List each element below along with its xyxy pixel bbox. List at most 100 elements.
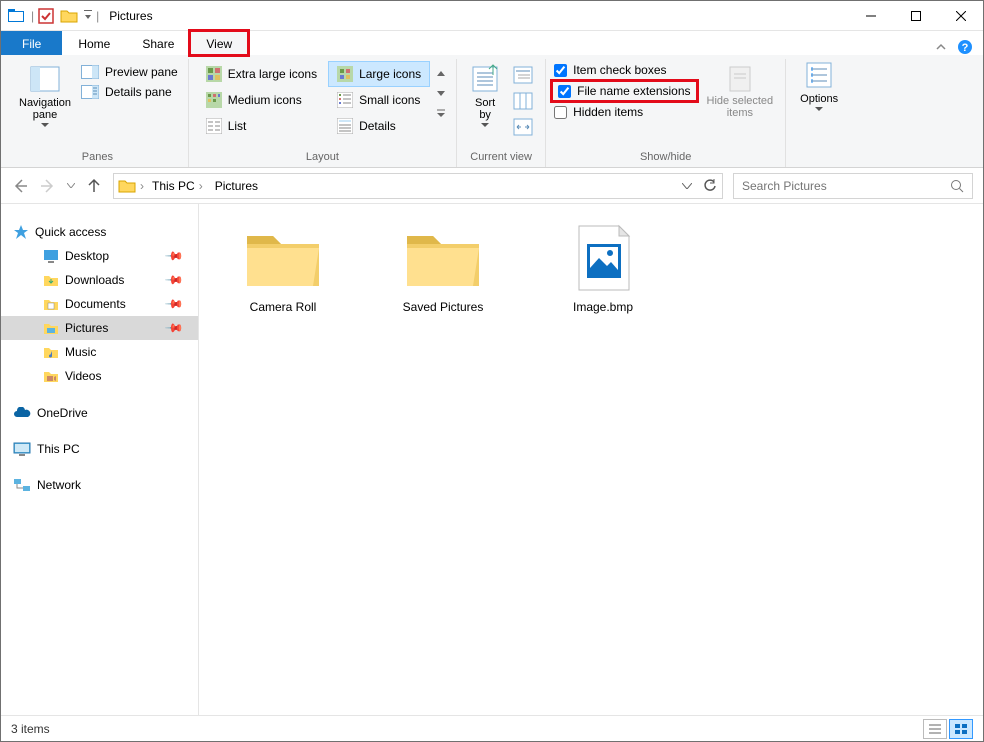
sidebar-item-downloads[interactable]: Downloads📌: [1, 268, 198, 292]
folder-savedpictures[interactable]: Saved Pictures: [383, 224, 503, 314]
up-button[interactable]: [85, 177, 103, 195]
hide-selected-button[interactable]: Hide selected items: [703, 63, 778, 119]
sidebar-item-documents[interactable]: Documents📌: [1, 292, 198, 316]
ribbon-group-options: Options: [786, 59, 852, 167]
size-columns-icon: [513, 118, 533, 136]
collapse-ribbon-icon[interactable]: [935, 41, 947, 53]
content: Quick access Desktop📌 Downloads📌 Documen…: [1, 204, 983, 715]
search-icon: [950, 179, 964, 193]
layout-small[interactable]: Small icons: [328, 87, 430, 113]
sort-by-button[interactable]: Sort by: [465, 63, 505, 127]
sidebar-network[interactable]: Network: [1, 474, 198, 496]
documents-icon: [43, 297, 59, 311]
options-button[interactable]: Options: [792, 59, 846, 111]
history-dropdown[interactable]: [67, 183, 75, 188]
videos-icon: [43, 369, 59, 383]
sidebar-item-desktop[interactable]: Desktop📌: [1, 244, 198, 268]
explorer-icon: [7, 7, 25, 25]
statusbar-icons-view[interactable]: [949, 719, 973, 739]
sidebar: Quick access Desktop📌 Downloads📌 Documen…: [1, 204, 199, 715]
downloads-icon: [43, 273, 59, 287]
details-pane-icon: [81, 85, 99, 99]
qat-dropdown-icon[interactable]: [84, 9, 92, 23]
help-icon[interactable]: ?: [957, 39, 973, 55]
breadcrumb[interactable]: › This PC› Pictures: [113, 173, 723, 199]
sidebar-item-pictures[interactable]: Pictures📌: [1, 316, 198, 340]
back-button[interactable]: [11, 177, 29, 195]
layout-extra-large[interactable]: Extra large icons: [197, 61, 326, 87]
hidden-items-toggle[interactable]: Hidden items: [554, 105, 694, 119]
desktop-icon: [43, 249, 59, 263]
layout-details[interactable]: Details: [328, 113, 430, 139]
titlebar: | | Pictures: [1, 1, 983, 31]
svg-text:?: ?: [962, 42, 969, 54]
details-view-icon: [928, 723, 942, 735]
qat-folder-icon[interactable]: [60, 8, 78, 24]
maximize-button[interactable]: [893, 1, 938, 30]
sidebar-onedrive[interactable]: OneDrive: [1, 402, 198, 424]
list-icon: [206, 118, 222, 134]
ribbon-group-currentview: Sort by Current view: [457, 59, 546, 167]
ribbon-group-panes: Navigation pane Preview pane Details pan…: [7, 59, 189, 167]
layout-list[interactable]: List: [197, 113, 326, 139]
tab-view[interactable]: View: [190, 31, 248, 55]
pictures-icon: [43, 321, 59, 335]
refresh-button[interactable]: [702, 178, 718, 194]
group-by-icon: [513, 66, 533, 84]
navigation-pane-button[interactable]: Navigation pane: [13, 59, 77, 131]
preview-pane-icon: [81, 65, 99, 79]
folder-icon: [241, 224, 325, 294]
layout-scroll-up[interactable]: [434, 63, 448, 83]
file-image-bmp[interactable]: Image.bmp: [543, 224, 663, 314]
pin-icon: 📌: [164, 246, 184, 266]
star-icon: [13, 224, 29, 240]
layout-large[interactable]: Large icons: [328, 61, 430, 87]
onedrive-icon: [13, 407, 31, 419]
tab-home[interactable]: Home: [62, 31, 126, 55]
layout-medium[interactable]: Medium icons: [197, 87, 326, 113]
large-icons-icon: [337, 66, 353, 82]
layout-more[interactable]: [434, 103, 448, 123]
item-check-boxes-toggle[interactable]: Item check boxes: [554, 63, 694, 77]
qat-checkbox-icon[interactable]: [38, 8, 54, 24]
file-name-extensions-toggle[interactable]: File name extensions: [554, 83, 694, 99]
sidebar-item-music[interactable]: Music: [1, 340, 198, 364]
breadcrumb-thispc[interactable]: This PC›: [148, 179, 207, 193]
sidebar-quickaccess[interactable]: Quick access: [1, 220, 198, 244]
search-box[interactable]: [733, 173, 973, 199]
tab-file[interactable]: File: [1, 31, 62, 55]
group-by-button[interactable]: [509, 63, 537, 87]
file-pane[interactable]: Camera Roll Saved Pictures Image.bmp: [199, 204, 983, 715]
preview-pane-button[interactable]: Preview pane: [81, 65, 178, 79]
search-input[interactable]: [742, 179, 944, 193]
add-columns-button[interactable]: [509, 89, 537, 113]
options-icon: [803, 59, 835, 91]
sidebar-item-videos[interactable]: Videos: [1, 364, 198, 388]
navigation-pane-icon: [29, 63, 61, 95]
breadcrumb-dropdown-icon[interactable]: [682, 183, 692, 189]
folder-cameraroll[interactable]: Camera Roll: [223, 224, 343, 314]
breadcrumb-pictures[interactable]: Pictures: [211, 179, 262, 193]
window-title: Pictures: [99, 9, 162, 23]
medium-icons-icon: [206, 92, 222, 108]
close-button[interactable]: [938, 1, 983, 30]
layout-scroll-down[interactable]: [434, 83, 448, 103]
details-pane-button[interactable]: Details pane: [81, 85, 178, 99]
ribbon-tabbar: File Home Share View ?: [1, 31, 983, 55]
icons-view-icon: [954, 723, 968, 735]
ribbon-group-showhide: Item check boxes File name extensions Hi…: [546, 59, 786, 167]
extra-large-icons-icon: [206, 66, 222, 82]
statusbar: 3 items: [1, 715, 983, 741]
size-columns-button[interactable]: [509, 115, 537, 139]
tab-share[interactable]: Share: [126, 31, 190, 55]
sort-by-icon: [469, 63, 501, 95]
minimize-button[interactable]: [848, 1, 893, 30]
statusbar-details-view[interactable]: [923, 719, 947, 739]
bmp-file-icon: [561, 224, 645, 294]
pictures-folder-icon: [118, 178, 136, 194]
hide-selected-icon: [724, 63, 756, 95]
thispc-icon: [13, 442, 31, 456]
sidebar-thispc[interactable]: This PC: [1, 438, 198, 460]
forward-button[interactable]: [39, 177, 57, 195]
navbar: › This PC› Pictures: [1, 168, 983, 204]
